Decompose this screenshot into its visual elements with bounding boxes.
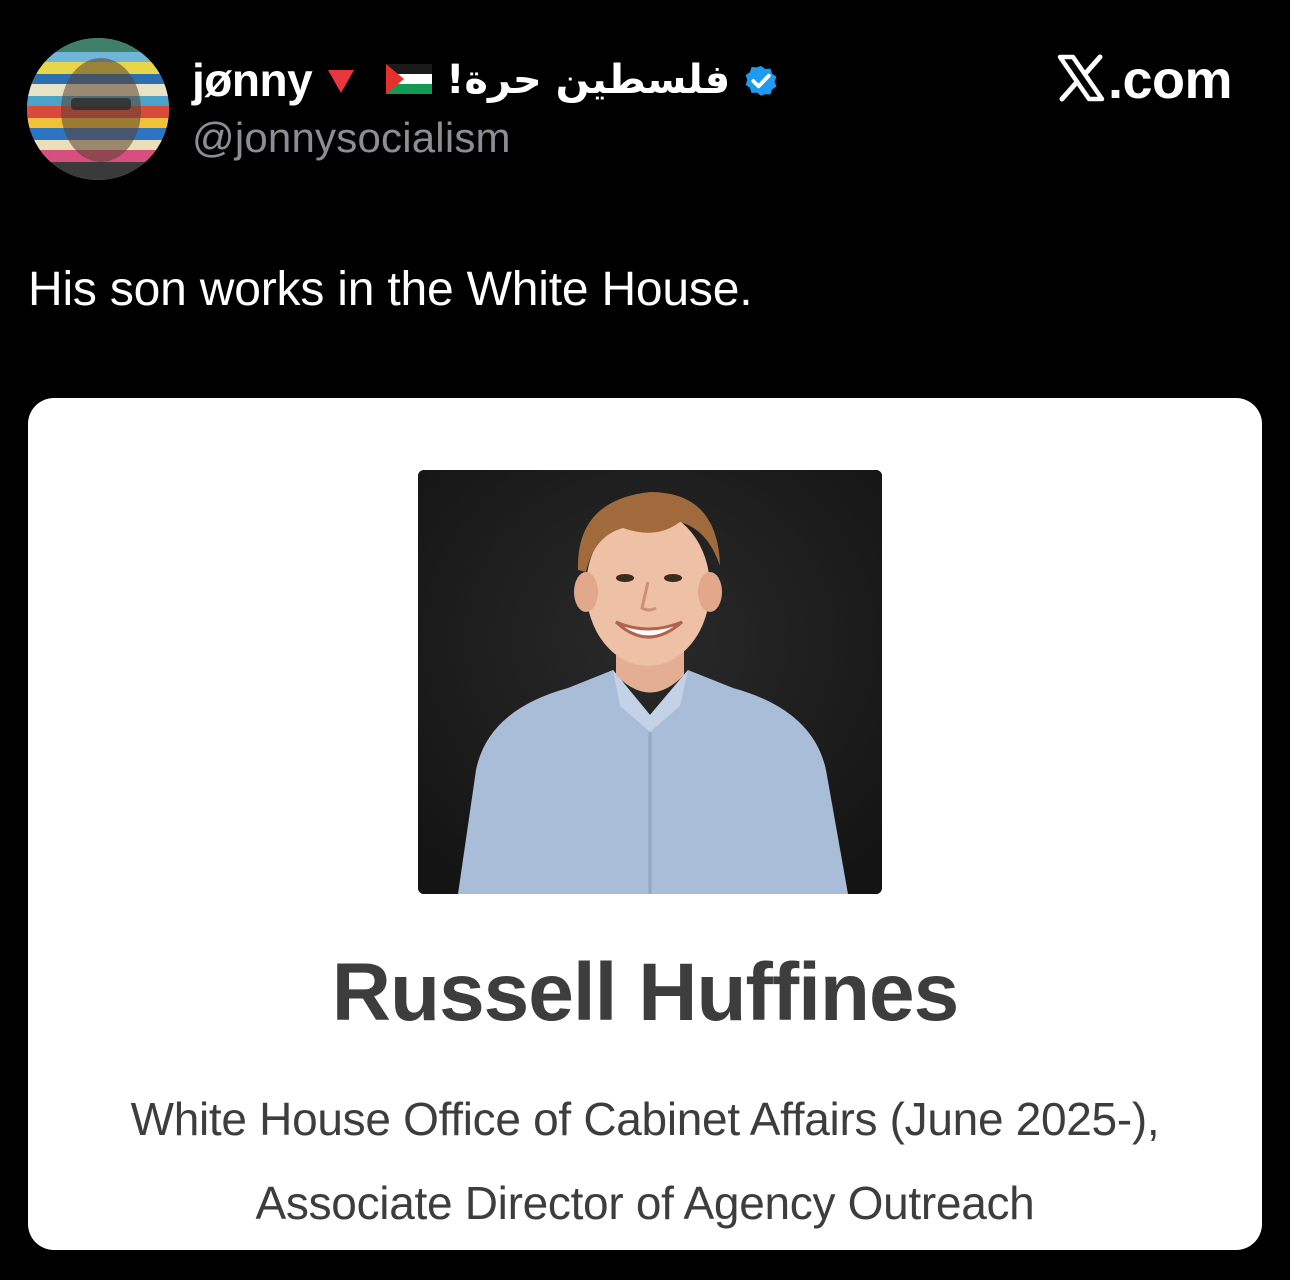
x-logo-icon <box>1056 53 1106 108</box>
profile-role-line-1: White House Office of Cabinet Affairs (J… <box>130 1093 1160 1145</box>
author-display-name[interactable]: jønny <box>192 53 313 107</box>
profile-photo-illustration <box>418 470 882 894</box>
x-com-logo: .com <box>1056 48 1233 112</box>
avatar-image <box>27 38 169 180</box>
palestine-flag-icon <box>386 63 433 99</box>
x-domain-text: .com <box>1107 50 1233 110</box>
profile-role-line-2: Associate Director of Agency Outreach <box>255 1177 1035 1229</box>
author-name-row[interactable]: jønny فلسطين حرة! <box>192 50 782 110</box>
profile-name: Russell Huffines <box>331 947 959 1038</box>
author-handle[interactable]: @jonnysocialism <box>192 114 511 162</box>
red-triangle-icon <box>326 67 356 100</box>
verified-badge-icon[interactable] <box>740 59 782 106</box>
author-avatar[interactable] <box>27 38 169 180</box>
profile-photo <box>418 470 882 894</box>
post-image-card[interactable]: Russell Huffines White House Office of C… <box>28 398 1262 1250</box>
author-name-arabic: فلسطين حرة! <box>446 57 731 103</box>
post-text: His son works in the White House. <box>28 263 753 316</box>
